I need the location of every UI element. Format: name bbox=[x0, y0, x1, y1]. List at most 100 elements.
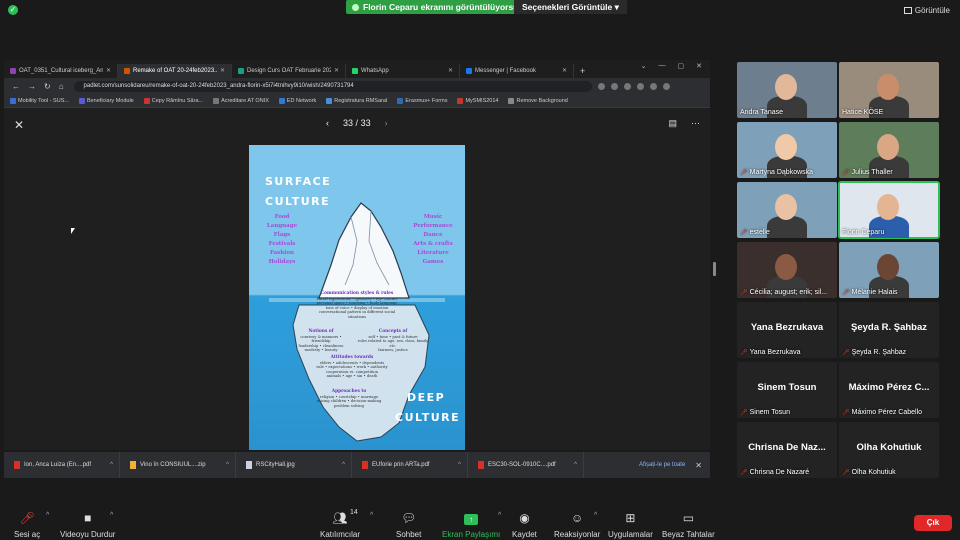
audio-options-chevron-icon[interactable]: ^ bbox=[46, 512, 49, 519]
forward-arrow-icon[interactable]: → bbox=[28, 82, 36, 91]
bookmark-star-icon[interactable] bbox=[623, 82, 631, 90]
close-window-icon[interactable]: ✕ bbox=[696, 62, 702, 70]
participant-tile[interactable]: Chrisna De Naz... 🎤︎ Chrisna De Nazaré bbox=[737, 422, 837, 478]
whiteboards-button[interactable]: ▭ Beyaz Tahtalar bbox=[662, 510, 715, 539]
split-drag-handle[interactable] bbox=[713, 262, 716, 276]
participant-tile[interactable]: Florin Ceparu bbox=[838, 181, 940, 239]
participant-tile[interactable]: Sinem Tosun 🎤︎ Sinem Tosun bbox=[737, 362, 837, 418]
menu-dots-icon[interactable] bbox=[662, 82, 670, 90]
share-screen-icon: ↑ bbox=[442, 510, 500, 526]
tab-close-icon[interactable]: ✕ bbox=[334, 64, 339, 78]
bookmark-item[interactable]: Acreditare AT ONIX bbox=[213, 97, 269, 104]
download-item[interactable]: Vino în CONSIUUL....zip ^ bbox=[120, 452, 236, 478]
deep-culture-line: courtesy & manners • friendship bbox=[300, 334, 342, 344]
unmute-button[interactable]: 🎤︎ Sesi aç bbox=[14, 510, 40, 539]
profile-avatar-icon[interactable] bbox=[649, 82, 657, 90]
new-tab-icon[interactable]: + bbox=[580, 64, 585, 78]
record-button[interactable]: ◉ Kaydet bbox=[512, 510, 537, 539]
bookmark-item[interactable]: Mobility Tool - SUS... bbox=[10, 97, 69, 104]
participant-tile[interactable]: 🎤︎ Julius Thaller bbox=[839, 122, 939, 178]
close-viewer-icon[interactable]: ✕ bbox=[14, 118, 24, 132]
zoom-icon[interactable] bbox=[597, 82, 605, 90]
leave-meeting-button[interactable]: Çık bbox=[914, 515, 952, 531]
bookmark-item[interactable]: Cepy Rămînu Săra... bbox=[143, 97, 203, 104]
maximize-icon[interactable]: ▢ bbox=[678, 62, 685, 70]
download-options-chevron-icon[interactable]: ^ bbox=[342, 462, 345, 468]
download-item[interactable]: ESC30-SOL-0910C....pdf ^ bbox=[468, 452, 584, 478]
participants-chevron-icon[interactable]: ^ bbox=[370, 512, 373, 519]
bookmark-item[interactable]: Registratura RMSaraI bbox=[326, 97, 387, 104]
screen-share-banner: Florin Ceparu ekranını görüntülüyorsunuz bbox=[346, 0, 542, 14]
bookmark-item[interactable]: Erasmus+ Forms bbox=[397, 97, 447, 104]
back-arrow-icon[interactable]: ← bbox=[12, 82, 20, 91]
bookmark-item[interactable]: ED Network bbox=[278, 97, 317, 104]
bookmark-label: ED Network bbox=[286, 97, 317, 104]
apps-label: Uygulamalar bbox=[608, 530, 653, 539]
zip-file-icon bbox=[130, 461, 136, 469]
browser-tab[interactable]: Messenger | Facebook ✕ bbox=[460, 64, 574, 78]
surface-title-1: SURFACE bbox=[265, 175, 332, 188]
show-all-downloads-link[interactable]: Afișați-le pe toate bbox=[639, 462, 685, 468]
participant-tile[interactable]: Yana Bezrukava 🎤︎ Yana Bezrukava bbox=[737, 302, 837, 358]
share-screen-button[interactable]: ↑ Ekran Paylaşımı bbox=[442, 510, 500, 539]
share-icon[interactable] bbox=[610, 82, 618, 90]
participant-name-label: 🎤︎ Chrisna De Nazaré bbox=[740, 469, 809, 476]
bookmark-item[interactable]: Beneficiary Module bbox=[78, 97, 134, 104]
participant-name: Şeyda R. Şahbaz bbox=[851, 349, 907, 356]
participant-name: Mélanie Halais bbox=[851, 289, 898, 296]
zoom-window: ✓ Florin Ceparu ekranını görüntülüyorsun… bbox=[0, 0, 960, 540]
tab-close-icon[interactable]: ✕ bbox=[448, 64, 453, 78]
browser-tab[interactable]: OAT_0351_Cultural iceberg_Ana ✕ bbox=[4, 64, 118, 78]
download-item[interactable]: EUforie prin ARTa.pdf ^ bbox=[352, 452, 468, 478]
bookmark-item[interactable]: MySMIS2014 bbox=[457, 97, 498, 104]
participant-face bbox=[877, 74, 899, 100]
download-options-chevron-icon[interactable]: ^ bbox=[226, 462, 229, 468]
participant-tile[interactable]: 🎤︎ Mélanie Halais bbox=[839, 242, 939, 298]
participant-name-label: 🎤︎ Cécilia; august; erik; sil... bbox=[740, 289, 827, 296]
download-options-chevron-icon[interactable]: ^ bbox=[574, 462, 577, 468]
share-options-chevron-icon[interactable]: ^ bbox=[498, 512, 501, 519]
minimize-icon[interactable]: — bbox=[659, 62, 666, 70]
shield-check-icon[interactable]: ✓ bbox=[8, 5, 18, 15]
tab-close-icon[interactable]: ✕ bbox=[106, 64, 111, 78]
address-bar[interactable]: padlet.com/sunsolidareu/remake-of-oat-20… bbox=[73, 80, 592, 92]
view-button[interactable]: Görüntüle bbox=[903, 6, 950, 15]
participant-tile[interactable]: Şeyda R. Şahbaz 🎤︎ Şeyda R. Şahbaz bbox=[839, 302, 939, 358]
chat-button[interactable]: 💬︎ Sohbet bbox=[396, 510, 421, 539]
download-options-chevron-icon[interactable]: ^ bbox=[458, 462, 461, 468]
more-options-icon[interactable]: ⋯ bbox=[691, 118, 700, 129]
prev-slide-icon[interactable]: ‹ bbox=[326, 118, 329, 128]
download-item[interactable]: Ion, Anca Luiza (En....pdf ^ bbox=[4, 452, 120, 478]
tab-favicon-icon bbox=[238, 68, 244, 74]
tab-search-icon[interactable]: ⌄ bbox=[641, 62, 647, 70]
download-options-chevron-icon[interactable]: ^ bbox=[110, 462, 113, 468]
participant-tile[interactable]: Andra Tanase bbox=[737, 62, 837, 118]
browser-tab[interactable]: Remake of OAT 20-24feb2023... ✕ bbox=[118, 64, 232, 78]
next-slide-icon[interactable]: › bbox=[385, 118, 388, 128]
close-downloads-icon[interactable]: ✕ bbox=[695, 461, 702, 470]
participant-tile[interactable]: Hatice KÖSE bbox=[839, 62, 939, 118]
participant-tile[interactable]: 🎤︎ Martyna Dąbkowska bbox=[737, 122, 837, 178]
bookmark-item[interactable]: Remove Background bbox=[508, 97, 568, 104]
reactions-chevron-icon[interactable]: ^ bbox=[594, 512, 597, 519]
participant-tile[interactable]: 🎤︎ Cécilia; august; erik; sil... bbox=[737, 242, 837, 298]
participant-tile[interactable]: Máximo Pérez C... 🎤︎ Máximo Pérez Cabello bbox=[839, 362, 939, 418]
surface-culture-item: Holidays bbox=[268, 259, 296, 265]
bookmark-label: Remove Background bbox=[516, 97, 568, 104]
participant-tile[interactable]: Olha Kohutiuk 🎤︎ Olha Kohutiuk bbox=[839, 422, 939, 478]
browser-tab[interactable]: WhatsApp ✕ bbox=[346, 64, 460, 78]
tab-close-icon[interactable]: ✕ bbox=[562, 64, 567, 78]
home-icon[interactable]: ⌂ bbox=[59, 82, 64, 91]
tab-close-icon[interactable]: ✕ bbox=[220, 64, 225, 78]
extensions-icon[interactable] bbox=[636, 82, 644, 90]
download-item[interactable]: RSCityHall.jpg ^ bbox=[236, 452, 352, 478]
browser-tab[interactable]: Design Curs OAT Februarie 202... ✕ bbox=[232, 64, 346, 78]
reload-icon[interactable]: ↻ bbox=[44, 82, 51, 91]
notes-icon[interactable]: ▤ bbox=[668, 118, 677, 129]
stop-video-button[interactable]: ■ Videoyu Durdur bbox=[60, 510, 115, 539]
participant-tile[interactable]: 🎤︎ estelle bbox=[737, 182, 837, 238]
deep-culture-block-1: Communication styles & rules Facial expre… bbox=[313, 291, 401, 320]
video-options-chevron-icon[interactable]: ^ bbox=[110, 512, 113, 519]
view-options-button[interactable]: Seçenekleri Görüntüle ▾ bbox=[514, 0, 627, 14]
apps-button[interactable]: ⊞ Uygulamalar bbox=[608, 510, 653, 539]
